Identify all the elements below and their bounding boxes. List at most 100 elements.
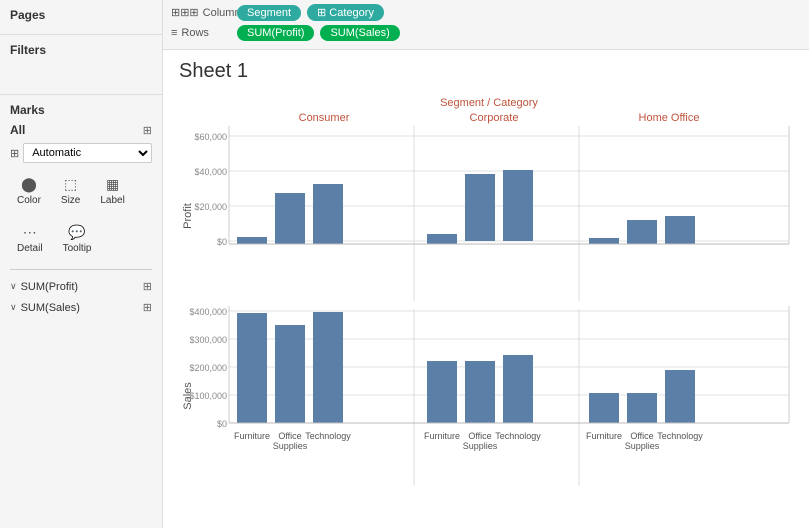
filters-label: Filters xyxy=(10,43,152,57)
rows-icon: ≡ xyxy=(171,27,177,39)
bar-homeoffice-profit-technology xyxy=(665,216,695,244)
color-label: Color xyxy=(17,195,41,206)
detail-label: Detail xyxy=(17,243,43,254)
bar-corporate-sales-officesupplies xyxy=(465,361,495,423)
columns-icon: ⊞⊞⊞ xyxy=(171,6,199,19)
y-label-profit-20k: $20,000 xyxy=(194,202,227,212)
x-label-consumer-officesupplies-1: Office xyxy=(278,431,301,441)
divider xyxy=(10,269,152,270)
bar-corporate-profit-officesupplies xyxy=(465,174,495,241)
marks-label: Marks xyxy=(10,103,152,117)
category-pill[interactable]: ⊞ Category xyxy=(307,4,384,21)
bar-homeoffice-sales-furniture xyxy=(589,393,619,423)
marks-type-dropdown[interactable]: Automatic xyxy=(23,143,152,163)
rows-text: Rows xyxy=(181,27,209,39)
bar-homeoffice-sales-officesupplies xyxy=(627,393,657,423)
pages-section: Pages xyxy=(0,0,162,35)
y-label-sales-100k: $100,000 xyxy=(189,391,227,401)
chart-svg: Segment / Category Consumer Corporate Ho… xyxy=(179,91,799,501)
x-label-corporate-furniture: Furniture xyxy=(424,431,460,441)
y-label-profit-40k: $40,000 xyxy=(194,167,227,177)
marks-buttons: ⬤ Color ⬚ Size ▦ Label xyxy=(10,171,152,211)
bar-homeoffice-sales-technology xyxy=(665,370,695,423)
measure2-label: SUM(Sales) xyxy=(21,302,80,314)
bar-chart-icon: ⊞ xyxy=(10,147,19,160)
legend-title: Segment / Category xyxy=(440,97,538,109)
homeoffice-label: Home Office xyxy=(639,112,700,124)
marks-dropdown-row[interactable]: ⊞ Automatic xyxy=(10,143,152,163)
tooltip-icon: 💬 xyxy=(68,224,85,241)
chart-container: Segment / Category Consumer Corporate Ho… xyxy=(179,91,793,504)
x-label-consumer-officesupplies-2: Supplies xyxy=(273,441,308,451)
y-label-sales-0: $0 xyxy=(217,419,227,429)
x-label-corporate-technology: Technology xyxy=(495,431,541,441)
sum-profit-pill[interactable]: SUM(Profit) xyxy=(237,25,314,41)
bar-corporate-profit-furniture xyxy=(427,234,457,244)
sum-sales-label: SUM(Sales) xyxy=(330,27,389,39)
columns-row: ⊞⊞⊞ Columns Segment ⊞ Category xyxy=(171,4,801,21)
measure2-row[interactable]: ∨ SUM(Sales) ⊞ xyxy=(10,297,152,318)
label-button[interactable]: ▦ Label xyxy=(93,171,131,211)
x-label-corporate-officesupplies-2: Supplies xyxy=(463,441,498,451)
x-label-consumer-technology: Technology xyxy=(305,431,351,441)
x-label-homeoffice-officesupplies-1: Office xyxy=(630,431,653,441)
marks-extra-buttons: ⋯ Detail 💬 Tooltip xyxy=(10,219,152,259)
bar-consumer-profit-technology xyxy=(313,184,343,244)
segment-pill[interactable]: Segment xyxy=(237,5,301,21)
sheet-title: Sheet 1 xyxy=(179,60,793,83)
bar-corporate-profit-technology xyxy=(503,170,533,241)
right-content: ⊞⊞⊞ Columns Segment ⊞ Category ≡ Rows SU… xyxy=(163,0,809,528)
x-label-corporate-officesupplies-1: Office xyxy=(468,431,491,441)
x-label-homeoffice-furniture: Furniture xyxy=(586,431,622,441)
left-panel: Pages Filters Marks All ⊞ ⊞ Automatic ⬤ … xyxy=(0,0,163,528)
rows-row: ≡ Rows SUM(Profit) SUM(Sales) xyxy=(171,25,801,41)
color-button[interactable]: ⬤ Color xyxy=(10,171,48,211)
sheet-area: Sheet 1 Segment / Category Consumer Corp… xyxy=(163,50,809,528)
marks-all-label: All xyxy=(10,123,25,137)
detail-button[interactable]: ⋯ Detail xyxy=(10,219,50,259)
size-button[interactable]: ⬚ Size xyxy=(54,171,87,211)
measure1-bar-icon: ⊞ xyxy=(143,280,152,293)
bar-consumer-profit-furniture xyxy=(237,237,267,244)
columns-label: ⊞⊞⊞ Columns xyxy=(171,6,231,19)
bar-homeoffice-profit-officesupplies xyxy=(627,220,657,244)
measure2-bar-icon: ⊞ xyxy=(143,301,152,314)
bar-consumer-sales-technology xyxy=(313,312,343,423)
x-label-homeoffice-officesupplies-2: Supplies xyxy=(625,441,660,451)
bar-corporate-sales-technology xyxy=(503,355,533,423)
measure2-left: ∨ SUM(Sales) xyxy=(10,302,80,314)
y-label-profit-60k: $60,000 xyxy=(194,132,227,142)
consumer-label: Consumer xyxy=(299,112,350,124)
chevron2-icon: ∨ xyxy=(10,302,17,313)
color-icon: ⬤ xyxy=(21,176,37,193)
bar-consumer-sales-furniture xyxy=(237,313,267,423)
bar-homeoffice-profit-furniture xyxy=(589,238,619,244)
marks-bar-icon: ⊞ xyxy=(143,124,152,137)
marks-section: Marks All ⊞ ⊞ Automatic ⬤ Color ⬚ Size ▦… xyxy=(0,95,162,528)
pills-area: ⊞⊞⊞ Columns Segment ⊞ Category ≡ Rows SU… xyxy=(163,0,809,50)
size-label: Size xyxy=(61,195,80,206)
label-label: Label xyxy=(100,195,124,206)
x-label-consumer-furniture: Furniture xyxy=(234,431,270,441)
y-label-profit-0: $0 xyxy=(217,237,227,247)
sum-profit-label: SUM(Profit) xyxy=(247,27,304,39)
y-label-sales-200k: $200,000 xyxy=(189,363,227,373)
marks-all-row: All ⊞ xyxy=(10,123,152,137)
segment-pill-label: Segment xyxy=(247,7,291,19)
y-label-sales-400k: $400,000 xyxy=(189,307,227,317)
category-pill-label: ⊞ Category xyxy=(317,6,374,19)
bar-consumer-sales-officesupplies xyxy=(275,325,305,423)
sum-sales-pill[interactable]: SUM(Sales) xyxy=(320,25,399,41)
rows-label: ≡ Rows xyxy=(171,27,231,39)
profit-y-axis-label: Profit xyxy=(182,203,194,229)
measure1-row[interactable]: ∨ SUM(Profit) ⊞ xyxy=(10,276,152,297)
bar-consumer-profit-officesupplies xyxy=(275,193,305,244)
tooltip-label: Tooltip xyxy=(63,243,92,254)
measure1-label: SUM(Profit) xyxy=(21,281,78,293)
corporate-label: Corporate xyxy=(470,112,519,124)
bar-corporate-sales-furniture xyxy=(427,361,457,423)
tooltip-button[interactable]: 💬 Tooltip xyxy=(56,219,99,259)
measure1-left: ∨ SUM(Profit) xyxy=(10,281,78,293)
label-icon: ▦ xyxy=(106,176,119,193)
x-label-homeoffice-technology: Technology xyxy=(657,431,703,441)
